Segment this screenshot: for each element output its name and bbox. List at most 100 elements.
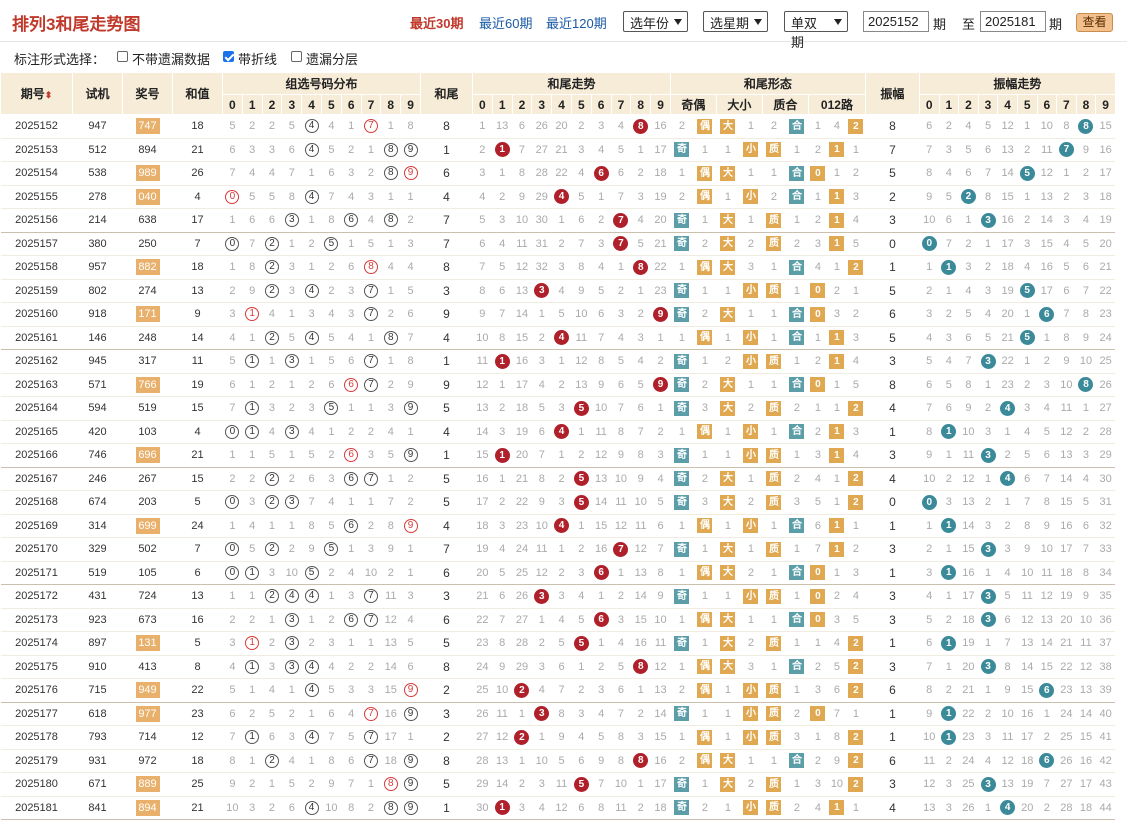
dist-cell-6: 6 xyxy=(341,208,362,233)
amp-cell: 3 xyxy=(865,537,920,562)
tail-trend-cell-0: 3 xyxy=(472,161,493,186)
road-marker: 2 xyxy=(848,659,864,675)
tail-trend-cell-0: 23 xyxy=(472,631,493,656)
parity-cell: 奇 xyxy=(670,490,694,515)
tail-trend-cell-6: 5 xyxy=(591,279,612,303)
tail-trend-cell-3: 6 xyxy=(531,420,552,444)
amp-hit-ball: 5 xyxy=(1019,165,1035,181)
amp-trend-cell-3: 3 xyxy=(978,443,998,468)
dist-hit-circle: 5 xyxy=(324,542,339,557)
road-marker: 1 xyxy=(829,353,845,369)
dist-cell-5: 5 xyxy=(321,232,342,256)
dist-cell-0: 1 xyxy=(222,514,243,538)
col-road: 012路 xyxy=(807,94,866,115)
dist-cell-5: 8 xyxy=(321,208,342,233)
dist-hit-circle: 0 xyxy=(225,542,240,557)
road-cell: 5 xyxy=(827,655,847,679)
no-miss-checkbox[interactable]: 不带遗漏数据 xyxy=(117,49,210,68)
sum-cell: 11 xyxy=(172,349,223,374)
amp-trend-cell-6: 1 xyxy=(1037,702,1057,726)
amp-trend-cell-8: 2 xyxy=(1076,161,1096,186)
prime-cell: 质 xyxy=(762,772,786,797)
tail-trend-cell-4: 22 xyxy=(551,161,572,186)
parity-marker: 偶 xyxy=(697,518,713,534)
tail-trend-cell-3: 3 xyxy=(531,279,552,303)
prime-cell: 质 xyxy=(762,678,786,703)
tail-trend-cell-7: 7 xyxy=(611,537,631,562)
tail-cell: 6 xyxy=(420,161,473,186)
tail-trend-cell-6: 13 xyxy=(591,467,612,491)
parity-cell: 偶 xyxy=(693,161,717,186)
amp-trend-cell-2: 1 xyxy=(958,208,979,233)
tail-trend-cell-4: 12 xyxy=(551,796,572,820)
amp-trend-cell-7: 21 xyxy=(1056,631,1077,656)
size-cell: 小 xyxy=(739,185,763,209)
dist-digit-6: 6 xyxy=(340,94,362,115)
table-row: 2025168 674 203 5 0 3 2 3 7 4 1 1 7 2 5 17 2 22 9 3 5 14 11 10 5… xyxy=(0,490,1116,515)
tail-trend-cell-4: 2 xyxy=(551,373,572,397)
col-issue[interactable]: 期号⬍ xyxy=(0,72,73,115)
trial-cell: 420 xyxy=(72,420,123,444)
amp-trend-cell-4: 4 xyxy=(997,396,1018,421)
polyline-checkbox[interactable]: 带折线 xyxy=(223,49,277,68)
dist-hit-circle: 0 xyxy=(225,424,240,439)
query-button[interactable]: 查看 xyxy=(1076,13,1113,32)
tail-cell: 5 xyxy=(420,631,473,656)
parity-marker: 奇 xyxy=(674,800,690,816)
week-select[interactable]: 选星期 xyxy=(703,11,768,32)
trial-cell: 671 xyxy=(72,772,123,797)
parity-select[interactable]: 单双期 xyxy=(784,11,848,50)
issue-cell: 2025154 xyxy=(0,161,73,186)
road-cell: 1 xyxy=(827,232,847,256)
road-cell: 3 xyxy=(808,678,828,703)
link-recent-120[interactable]: 最近120期 xyxy=(546,13,607,32)
tail-trend-cell-4: 1 xyxy=(551,443,572,468)
tail-trend-cell-9: 21 xyxy=(650,232,671,256)
size-marker: 大 xyxy=(720,212,736,228)
link-recent-30[interactable]: 最近30期 xyxy=(410,13,463,32)
parity-cell: 2 xyxy=(693,373,717,397)
road-marker: 1 xyxy=(829,189,845,205)
tail-trend-cell-2: 1 xyxy=(512,702,532,726)
dist-cell-8: 18 xyxy=(380,749,401,773)
tail-trend-cell-6: 6 xyxy=(591,561,612,585)
amp-trend-cell-9: 43 xyxy=(1095,772,1116,797)
dist-cell-5: 9 xyxy=(321,772,342,797)
prize-cell: 317 xyxy=(122,349,173,374)
amp-trend-cell-3: 1 xyxy=(978,678,998,703)
tail-digit-2: 2 xyxy=(511,94,533,115)
tail-cell: 1 xyxy=(420,796,473,820)
from-issue-input[interactable] xyxy=(863,11,929,32)
size-cell: 大 xyxy=(716,232,740,256)
year-select[interactable]: 选年份 xyxy=(623,11,688,32)
trial-cell: 146 xyxy=(72,326,123,350)
dist-hit-circle: 5 xyxy=(324,401,339,416)
to-issue-input[interactable] xyxy=(980,11,1046,32)
tail-cell: 9 xyxy=(420,373,473,397)
road-cell: 2 xyxy=(808,208,828,233)
link-recent-60[interactable]: 最近60期 xyxy=(479,13,532,32)
parity-marker: 偶 xyxy=(697,729,713,745)
tail-hit-ball: 2 xyxy=(514,682,530,698)
parity-cell: 奇 xyxy=(670,373,694,397)
tail-trend-cell-6: 6 xyxy=(591,161,612,186)
tail-trend-cell-2: 12 xyxy=(512,255,532,280)
tail-digit-8: 8 xyxy=(630,94,652,115)
amp-trend-cell-6: 15 xyxy=(1037,232,1057,256)
amp-trend-cell-6: 14 xyxy=(1037,631,1057,656)
dist-cell-1: 1 xyxy=(242,749,263,773)
parity-cell: 1 xyxy=(693,279,717,303)
miss-layer-checkbox[interactable]: 遗漏分层 xyxy=(291,49,358,68)
sort-icon: ⬍ xyxy=(44,90,53,100)
road-cell: 4 xyxy=(808,255,828,280)
amp-hit-ball: 3 xyxy=(980,212,996,228)
amp-trend-cell-9: 34 xyxy=(1095,561,1116,585)
dist-cell-1: 1 xyxy=(242,349,263,374)
amp-trend-cell-9: 15 xyxy=(1095,114,1116,139)
amp-digit-7: 7 xyxy=(1056,94,1077,115)
amp-trend-cell-0: 10 xyxy=(919,208,940,233)
parity-cell: 偶 xyxy=(693,514,717,538)
tail-trend-cell-8: 8 xyxy=(630,749,651,773)
trial-cell: 538 xyxy=(72,161,123,186)
dist-cell-1: 2 xyxy=(242,467,263,491)
